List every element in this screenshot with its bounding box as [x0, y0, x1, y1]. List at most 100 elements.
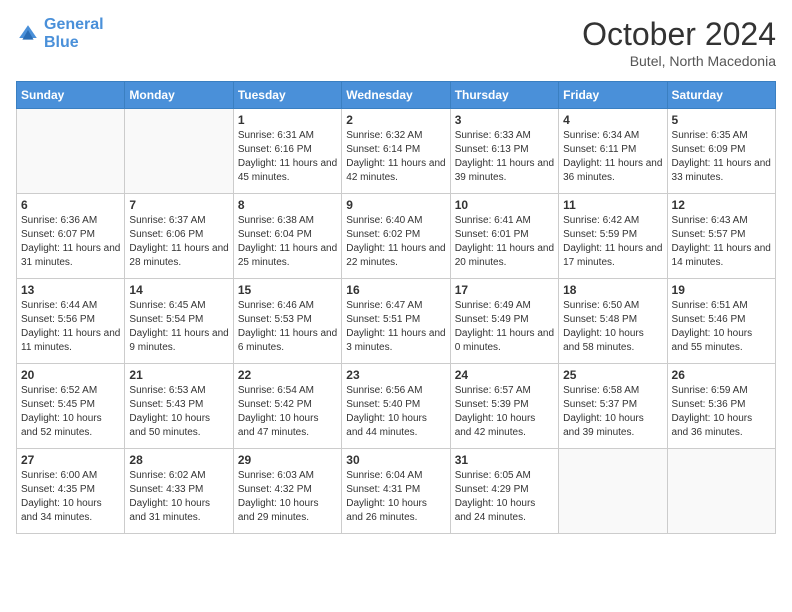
day-cell: 3Sunrise: 6:33 AM Sunset: 6:13 PM Daylig…: [450, 109, 558, 194]
day-info: Sunrise: 6:51 AM Sunset: 5:46 PM Dayligh…: [672, 299, 771, 355]
day-cell: 29Sunrise: 6:03 AM Sunset: 4:32 PM Dayli…: [233, 449, 341, 534]
day-number: 21: [129, 368, 228, 382]
day-cell: 6 Sunrise: 6:36 AM Sunset: 6:07 PM Daylig…: [17, 194, 125, 279]
day-cell: 20 Sunrise: 6:52 AM Sunset: 5:45 PM Dayli…: [17, 364, 125, 449]
day-number: 8: [238, 198, 337, 212]
day-cell: 23 Sunrise: 6:56 AM Sunset: 5:40 PM Dayli…: [342, 364, 450, 449]
day-number: 25: [563, 368, 662, 382]
day-number: 18: [563, 283, 662, 297]
week-row-5: 27Sunrise: 6:00 AM Sunset: 4:35 PM Dayli…: [17, 449, 776, 534]
day-cell: 24 Sunrise: 6:57 AM Sunset: 5:39 PM Dayli…: [450, 364, 558, 449]
day-number: 28: [129, 453, 228, 467]
day-number: 2: [346, 113, 445, 127]
day-number: 20: [21, 368, 120, 382]
logo-blue: Blue: [44, 34, 104, 52]
day-number: 23: [346, 368, 445, 382]
day-info: Sunrise: 6:53 AM Sunset: 5:43 PM Dayligh…: [129, 384, 228, 440]
col-header-saturday: Saturday: [667, 82, 775, 109]
day-cell: 27Sunrise: 6:00 AM Sunset: 4:35 PM Dayli…: [17, 449, 125, 534]
day-cell: 10 Sunrise: 6:41 AM Sunset: 6:01 PM Dayli…: [450, 194, 558, 279]
logo-general: General: [44, 16, 104, 33]
day-cell: 17Sunrise: 6:49 AM Sunset: 5:49 PM Dayli…: [450, 279, 558, 364]
page-header: General Blue October 2024 Butel, North M…: [16, 16, 776, 69]
day-info: Sunrise: 6:56 AM Sunset: 5:40 PM Dayligh…: [346, 384, 445, 440]
day-info: Sunrise: 6:59 AM Sunset: 5:36 PM Dayligh…: [672, 384, 771, 440]
month-title: October 2024: [582, 16, 776, 53]
day-info: Sunrise: 6:58 AM Sunset: 5:37 PM Dayligh…: [563, 384, 662, 440]
day-cell: 25 Sunrise: 6:58 AM Sunset: 5:37 PM Dayli…: [559, 364, 667, 449]
day-cell: [667, 449, 775, 534]
day-cell: [17, 109, 125, 194]
header-row: SundayMondayTuesdayWednesdayThursdayFrid…: [17, 82, 776, 109]
day-cell: 2 Sunrise: 6:32 AM Sunset: 6:14 PM Daylig…: [342, 109, 450, 194]
day-cell: 1 Sunrise: 6:31 AM Sunset: 6:16 PM Daylig…: [233, 109, 341, 194]
day-info: Sunrise: 6:45 AM Sunset: 5:54 PM Dayligh…: [129, 299, 228, 355]
day-info: Sunrise: 6:54 AM Sunset: 5:42 PM Dayligh…: [238, 384, 337, 440]
day-cell: 28 Sunrise: 6:02 AM Sunset: 4:33 PM Dayli…: [125, 449, 233, 534]
day-cell: 14 Sunrise: 6:45 AM Sunset: 5:54 PM Dayli…: [125, 279, 233, 364]
day-info: Sunrise: 6:31 AM Sunset: 6:16 PM Dayligh…: [238, 129, 337, 185]
day-info: Sunrise: 6:02 AM Sunset: 4:33 PM Dayligh…: [129, 469, 228, 525]
day-info: Sunrise: 6:44 AM Sunset: 5:56 PM Dayligh…: [21, 299, 120, 355]
day-number: 4: [563, 113, 662, 127]
day-cell: 15 Sunrise: 6:46 AM Sunset: 5:53 PM Dayli…: [233, 279, 341, 364]
col-header-monday: Monday: [125, 82, 233, 109]
day-number: 7: [129, 198, 228, 212]
day-info: Sunrise: 6:47 AM Sunset: 5:51 PM Dayligh…: [346, 299, 445, 355]
day-number: 26: [672, 368, 771, 382]
col-header-thursday: Thursday: [450, 82, 558, 109]
logo-icon: [16, 22, 40, 46]
day-info: Sunrise: 6:41 AM Sunset: 6:01 PM Dayligh…: [455, 214, 554, 270]
day-info: Sunrise: 6:37 AM Sunset: 6:06 PM Dayligh…: [129, 214, 228, 270]
day-cell: 16Sunrise: 6:47 AM Sunset: 5:51 PM Dayli…: [342, 279, 450, 364]
day-number: 19: [672, 283, 771, 297]
day-info: Sunrise: 6:40 AM Sunset: 6:02 PM Dayligh…: [346, 214, 445, 270]
col-header-sunday: Sunday: [17, 82, 125, 109]
day-info: Sunrise: 6:35 AM Sunset: 6:09 PM Dayligh…: [672, 129, 771, 185]
day-number: 31: [455, 453, 554, 467]
day-cell: 9 Sunrise: 6:40 AM Sunset: 6:02 PM Daylig…: [342, 194, 450, 279]
day-cell: 8 Sunrise: 6:38 AM Sunset: 6:04 PM Daylig…: [233, 194, 341, 279]
day-number: 14: [129, 283, 228, 297]
col-header-friday: Friday: [559, 82, 667, 109]
day-cell: [125, 109, 233, 194]
day-number: 24: [455, 368, 554, 382]
day-info: Sunrise: 6:43 AM Sunset: 5:57 PM Dayligh…: [672, 214, 771, 270]
day-number: 10: [455, 198, 554, 212]
day-number: 6: [21, 198, 120, 212]
day-cell: 11 Sunrise: 6:42 AM Sunset: 5:59 PM Dayli…: [559, 194, 667, 279]
day-number: 9: [346, 198, 445, 212]
col-header-tuesday: Tuesday: [233, 82, 341, 109]
day-cell: 22Sunrise: 6:54 AM Sunset: 5:42 PM Dayli…: [233, 364, 341, 449]
day-info: Sunrise: 6:46 AM Sunset: 5:53 PM Dayligh…: [238, 299, 337, 355]
day-cell: 26 Sunrise: 6:59 AM Sunset: 5:36 PM Dayli…: [667, 364, 775, 449]
day-cell: 5 Sunrise: 6:35 AM Sunset: 6:09 PM Daylig…: [667, 109, 775, 194]
day-info: Sunrise: 6:36 AM Sunset: 6:07 PM Dayligh…: [21, 214, 120, 270]
day-info: Sunrise: 6:57 AM Sunset: 5:39 PM Dayligh…: [455, 384, 554, 440]
day-number: 11: [563, 198, 662, 212]
day-info: Sunrise: 6:52 AM Sunset: 5:45 PM Dayligh…: [21, 384, 120, 440]
day-cell: [559, 449, 667, 534]
day-info: Sunrise: 6:03 AM Sunset: 4:32 PM Dayligh…: [238, 469, 337, 525]
day-info: Sunrise: 6:33 AM Sunset: 6:13 PM Dayligh…: [455, 129, 554, 185]
day-number: 30: [346, 453, 445, 467]
day-number: 15: [238, 283, 337, 297]
day-number: 12: [672, 198, 771, 212]
week-row-1: 1 Sunrise: 6:31 AM Sunset: 6:16 PM Daylig…: [17, 109, 776, 194]
day-cell: 19 Sunrise: 6:51 AM Sunset: 5:46 PM Dayli…: [667, 279, 775, 364]
title-block: October 2024 Butel, North Macedonia: [582, 16, 776, 69]
day-number: 1: [238, 113, 337, 127]
day-info: Sunrise: 6:38 AM Sunset: 6:04 PM Dayligh…: [238, 214, 337, 270]
day-number: 5: [672, 113, 771, 127]
day-cell: 7 Sunrise: 6:37 AM Sunset: 6:06 PM Daylig…: [125, 194, 233, 279]
col-header-wednesday: Wednesday: [342, 82, 450, 109]
day-cell: 18Sunrise: 6:50 AM Sunset: 5:48 PM Dayli…: [559, 279, 667, 364]
day-info: Sunrise: 6:04 AM Sunset: 4:31 PM Dayligh…: [346, 469, 445, 525]
day-cell: 31 Sunrise: 6:05 AM Sunset: 4:29 PM Dayli…: [450, 449, 558, 534]
day-info: Sunrise: 6:32 AM Sunset: 6:14 PM Dayligh…: [346, 129, 445, 185]
day-info: Sunrise: 6:00 AM Sunset: 4:35 PM Dayligh…: [21, 469, 120, 525]
day-cell: 30 Sunrise: 6:04 AM Sunset: 4:31 PM Dayli…: [342, 449, 450, 534]
logo: General Blue: [16, 16, 104, 51]
day-info: Sunrise: 6:05 AM Sunset: 4:29 PM Dayligh…: [455, 469, 554, 525]
day-info: Sunrise: 6:42 AM Sunset: 5:59 PM Dayligh…: [563, 214, 662, 270]
